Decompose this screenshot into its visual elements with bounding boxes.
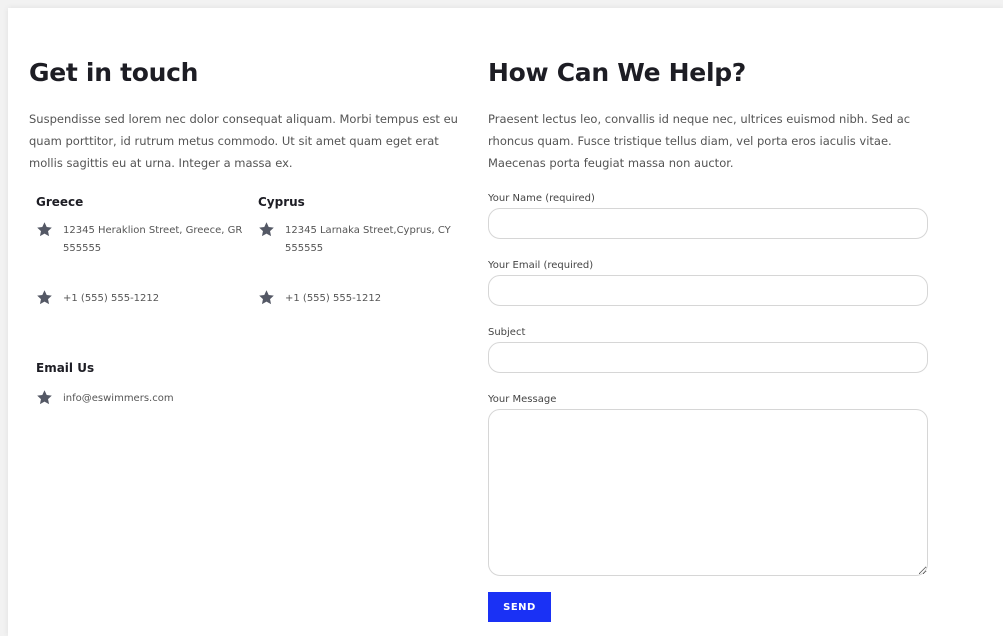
message-label: Your Message — [488, 394, 557, 405]
help-column: How Can We Help? Praesent lectus leo, co… — [488, 58, 928, 622]
office-phone: +1 (555) 555-1212 — [36, 290, 251, 308]
star-icon — [37, 390, 52, 405]
page-frame: Get in touch Suspendisse sed lorem nec d… — [8, 8, 1003, 636]
name-label: Your Name (required) — [488, 193, 595, 204]
contact-intro: Suspendisse sed lorem nec dolor consequa… — [29, 112, 458, 170]
office-address: 12345 Larnaka Street,Cyprus, CY 555555 — [258, 222, 473, 282]
office-phone-text: +1 (555) 555-1212 — [285, 293, 382, 304]
name-field-group: Your Name (required) — [488, 192, 928, 239]
subject-label: Subject — [488, 327, 526, 338]
star-icon — [37, 222, 52, 237]
email-label: Your Email (required) — [488, 260, 594, 271]
star-icon — [37, 290, 52, 305]
email-us-block: Email Us info@eswimmers.com — [36, 360, 336, 408]
message-textarea[interactable] — [488, 409, 928, 576]
name-input[interactable] — [488, 208, 928, 239]
subject-field-group: Subject — [488, 326, 928, 373]
email-text: info@eswimmers.com — [63, 393, 174, 404]
contact-form: Your Name (required) Your Email (require… — [488, 192, 928, 622]
star-icon — [259, 290, 274, 305]
office-phone: +1 (555) 555-1212 — [258, 290, 473, 308]
contact-title: Get in touch — [29, 58, 199, 87]
subject-input[interactable] — [488, 342, 928, 373]
email-input[interactable] — [488, 275, 928, 306]
office-address-text: 12345 Larnaka Street,Cyprus, CY 555555 — [285, 225, 451, 254]
help-title: How Can We Help? — [488, 58, 747, 87]
help-intro: Praesent lectus leo, convallis id neque … — [488, 112, 911, 170]
email-row: info@eswimmers.com — [36, 390, 336, 408]
office-address-text: 12345 Heraklion Street, Greece, GR 55555… — [63, 225, 243, 254]
office-cyprus: Cyprus 12345 Larnaka Street,Cyprus, CY 5… — [258, 194, 473, 308]
send-button[interactable]: SEND — [488, 592, 551, 622]
email-us-title: Email Us — [36, 361, 95, 375]
office-greece: Greece 12345 Heraklion Street, Greece, G… — [36, 194, 251, 308]
email-field-group: Your Email (required) — [488, 259, 928, 306]
office-title: Cyprus — [258, 195, 305, 209]
contact-column: Get in touch Suspendisse sed lorem nec d… — [29, 58, 469, 394]
star-icon — [259, 222, 274, 237]
office-title: Greece — [36, 195, 84, 209]
office-address: 12345 Heraklion Street, Greece, GR 55555… — [36, 222, 251, 282]
message-field-group: Your Message — [488, 393, 928, 576]
office-phone-text: +1 (555) 555-1212 — [63, 293, 160, 304]
